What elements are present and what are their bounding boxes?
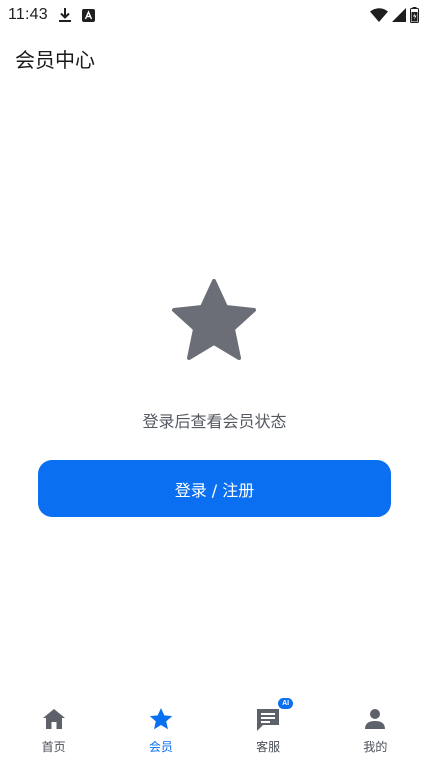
star-icon <box>148 706 174 732</box>
tab-profile-label: 我的 <box>363 740 388 754</box>
tab-customer-service-label: 客服 <box>256 740 281 754</box>
login-register-button[interactable]: 登录 / 注册 <box>38 460 391 517</box>
login-prompt-text: 登录后查看会员状态 <box>142 412 287 431</box>
status-bar: 11:43 <box>0 0 429 30</box>
tab-home[interactable]: 首页 <box>0 696 107 762</box>
wifi-icon <box>370 8 388 22</box>
person-icon <box>362 706 388 732</box>
tab-customer-service[interactable]: AI 客服 <box>215 696 322 762</box>
star-icon <box>171 278 257 362</box>
ai-badge: AI <box>278 698 294 709</box>
tab-home-label: 首页 <box>41 740 66 754</box>
bottom-tab-bar: 首页 会员 AI 客服 我的 <box>0 696 429 762</box>
download-icon <box>58 7 72 23</box>
battery-icon <box>410 7 419 23</box>
tab-membership[interactable]: 会员 <box>107 696 214 762</box>
home-icon <box>41 706 67 732</box>
chat-icon: AI <box>255 698 294 732</box>
status-right <box>370 7 419 23</box>
page-title: 会员中心 <box>15 48 95 72</box>
tab-membership-label: 会员 <box>148 740 173 754</box>
status-left: 11:43 <box>8 6 95 24</box>
app-screen: 11:43 会员中心 登录后查看会员状态 登录 / 注册 首页 会员 AI 客服… <box>0 0 429 762</box>
signal-icon <box>392 8 406 22</box>
status-time: 11:43 <box>8 6 48 23</box>
tab-profile[interactable]: 我的 <box>322 696 429 762</box>
a-notification-icon <box>81 8 95 22</box>
